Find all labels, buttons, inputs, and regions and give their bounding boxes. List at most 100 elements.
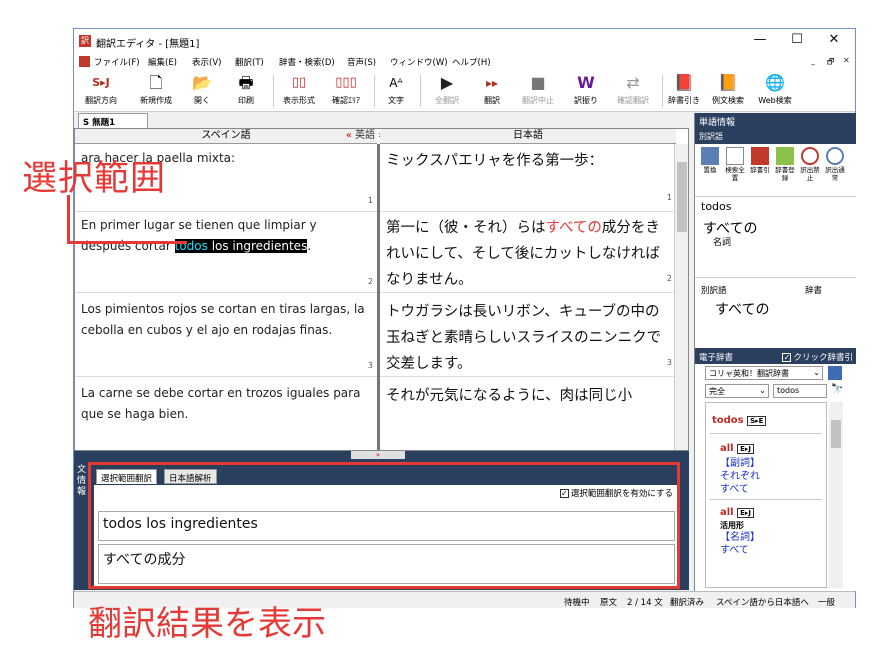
menu-bar: ファイル(F) 編集(E) 表示(V) 翻訳(T) 辞書・検索(D) 音声(S)…	[74, 53, 855, 70]
conjugation-label: 活用形	[720, 521, 744, 530]
print-button[interactable]: 🖶 印刷	[224, 73, 268, 109]
menu-voice[interactable]: 音声(S)	[347, 56, 376, 68]
status-mode: 原文	[600, 598, 618, 608]
normal-icon	[826, 147, 844, 165]
tab-document[interactable]: S 無題1	[78, 113, 148, 128]
target-segment[interactable]: ミックスパエリャを作る第一歩： 1	[380, 148, 676, 212]
menu-view[interactable]: 表示(V)	[192, 56, 221, 68]
results-scrollbar[interactable]	[829, 402, 843, 588]
dictionary-icon	[751, 147, 769, 165]
menu-dict-search[interactable]: 辞書・検索(D)	[279, 56, 335, 68]
minimize-button[interactable]: —	[745, 32, 775, 50]
binoculars-icon[interactable]: 🔭	[831, 384, 843, 395]
translate-all-button[interactable]: ▶ 全翻訳	[427, 73, 467, 109]
stop-translation-button[interactable]: ■ 翻訳中止	[514, 73, 562, 109]
confirm-area-button[interactable]: ▯▯▯ 確認ｴﾘｱ	[324, 73, 368, 109]
target-pane[interactable]: ミックスパエリャを作る第一歩： 1 第一に（彼・それ）らはすべての成分をきれいにし…	[380, 145, 676, 450]
menu-help[interactable]: ヘルプ(H)	[452, 56, 491, 68]
stop-icon: ■	[530, 73, 546, 92]
entry-headword: todos S▸E	[712, 415, 767, 426]
dict-settings-icon[interactable]	[828, 366, 842, 380]
open-button[interactable]: 📂 開く	[184, 73, 220, 109]
status-translated: 翻訳済み	[670, 598, 705, 608]
entry-headword: all E▸J	[720, 507, 754, 518]
font-button[interactable]: Aᴬ 文字	[380, 73, 412, 109]
menu-file[interactable]: ファイル(F)	[94, 56, 140, 68]
dictionary-select[interactable]: コリャ英和！翻訳辞書 ⌄	[705, 366, 823, 380]
alt-header: 別訳語	[701, 286, 727, 296]
splitter-grip-icon[interactable]: »	[351, 451, 405, 459]
back-translation-button[interactable]: ⇄ 確認翻訳	[608, 73, 658, 109]
display-format-button[interactable]: ▯▯ 表示形式	[278, 73, 320, 109]
selection-callout: 選択範囲	[22, 159, 167, 199]
menu-translate[interactable]: 翻訳(T)	[235, 56, 264, 68]
match-mode-select[interactable]: 完全 ⌄	[705, 384, 769, 398]
search-replace-button[interactable]: 検索全置	[723, 147, 747, 182]
close-button[interactable]: ✕	[819, 32, 849, 50]
folder-icon: 📂	[192, 73, 212, 92]
replace-button[interactable]: 置換	[698, 147, 722, 174]
word-info-header: 単語情報	[695, 113, 856, 128]
mdi-close-button[interactable]: ✕	[843, 56, 850, 65]
target-segment[interactable]: それが元気になるように、肉は同じ小	[380, 383, 676, 451]
click-lookup-checkbox[interactable]: ✓ クリック辞書引	[782, 351, 853, 363]
entry-definition: 【名詞】 すべて	[720, 532, 760, 556]
confirm-area-icon: ▯▯▯	[335, 75, 357, 90]
new-button[interactable]: 🗋 新規作成	[132, 73, 180, 109]
translate-icon: ▸▸	[485, 76, 499, 90]
target-segment[interactable]: トウガラシは長いリボン、キューブの中の玉ねぎと素晴らしいスライスのニンニクで交差…	[380, 299, 676, 377]
maximize-button[interactable]: ☐	[782, 32, 812, 50]
word-info-panel: 単語情報 別訳語 置換 検索全置 辞書引 辞書登録 訳出禁止 訳出通常 todo…	[694, 113, 856, 591]
highlighted-translation: すべての	[545, 220, 602, 236]
result-highlight-box	[88, 462, 680, 589]
source-segment[interactable]: La carne se debe cortar en trozos iguale…	[75, 383, 377, 451]
search-icon	[726, 147, 744, 165]
example-search-button[interactable]: 📙 例文検索	[706, 73, 750, 109]
status-direction: スペイン語から日本語へ	[716, 598, 809, 608]
toolbar: S▸J 翻訳方向 🗋 新規作成 📂 開く 🖶 印刷 ▯▯ 表示形式 ▯▯▯ 確認ｴﾘｱ Aᴬ…	[74, 70, 855, 112]
checkmark-icon[interactable]: ✓	[782, 353, 792, 362]
middle-header[interactable]: « 英語 »	[345, 129, 385, 144]
source-segment[interactable]: En primer lugar se tienen que limpiar yd…	[75, 215, 377, 293]
chevron-down-icon: ⌄	[759, 386, 766, 395]
block-translation-button[interactable]: 訳出禁止	[798, 147, 822, 182]
target-segment[interactable]: 第一に（彼・それ）らはすべての成分をきれいにして、そして後にカットしなければなり…	[380, 215, 676, 293]
printer-icon: 🖶	[238, 73, 254, 92]
globe-icon: 🌐	[765, 73, 785, 92]
result-callout: 翻訳結果を表示	[88, 604, 326, 644]
toolbar-separator	[420, 75, 421, 107]
translate-button[interactable]: ▸▸ 翻訳	[474, 73, 510, 109]
web-search-button[interactable]: 🌐 Web検索	[754, 73, 796, 109]
normal-translation-button[interactable]: 訳出通常	[823, 147, 847, 182]
menu-edit[interactable]: 編集(E)	[148, 56, 177, 68]
dict-header: 辞書	[805, 286, 823, 296]
status-field: 一般	[818, 598, 836, 608]
source-segment[interactable]: Los pimientos rojos se cortan en tiras l…	[75, 299, 377, 377]
dictionary-lookup-button[interactable]: 📕 辞書引き	[666, 73, 702, 109]
mdi-minimize-button[interactable]: _	[811, 56, 815, 65]
dictionary-results[interactable]: todos S▸E all E▸J 【副詞】 それぞれ すべて all E▸J 活用…	[705, 402, 827, 588]
part-of-speech: 名詞	[713, 238, 732, 248]
display-format-icon: ▯▯	[291, 75, 307, 90]
example-search-icon: 📙	[718, 73, 738, 92]
alt-translation-item[interactable]: すべての	[715, 299, 769, 319]
mdi-restore-button[interactable]: 🗗	[827, 56, 835, 70]
menu-window[interactable]: ウィンドウ(W)	[390, 56, 448, 68]
interlinear-button[interactable]: W 訳振り	[568, 73, 604, 109]
lang-tag: E▸J	[737, 444, 754, 454]
selected-text[interactable]: los ingredientes	[207, 239, 308, 253]
lang-tag: S▸E	[747, 416, 767, 426]
editor-scrollbar[interactable]	[674, 144, 688, 450]
replace-icon	[701, 147, 719, 165]
dict-register-button[interactable]: 辞書登録	[773, 147, 797, 182]
dict-lookup-button[interactable]: 辞書引	[748, 147, 772, 174]
dictionary-search-input[interactable]: todos	[773, 384, 827, 398]
document-icon[interactable]	[79, 56, 90, 67]
scroll-thumb[interactable]	[677, 162, 687, 232]
new-document-icon: 🗋	[149, 73, 163, 92]
panel-splitter[interactable]: »	[74, 451, 689, 459]
direction-button[interactable]: S▸J 翻訳方向	[78, 73, 124, 109]
window-title: 翻訳エディタ - [無題1]	[96, 39, 200, 50]
block-icon	[801, 147, 819, 165]
app-logo-icon: 訳	[79, 35, 91, 47]
